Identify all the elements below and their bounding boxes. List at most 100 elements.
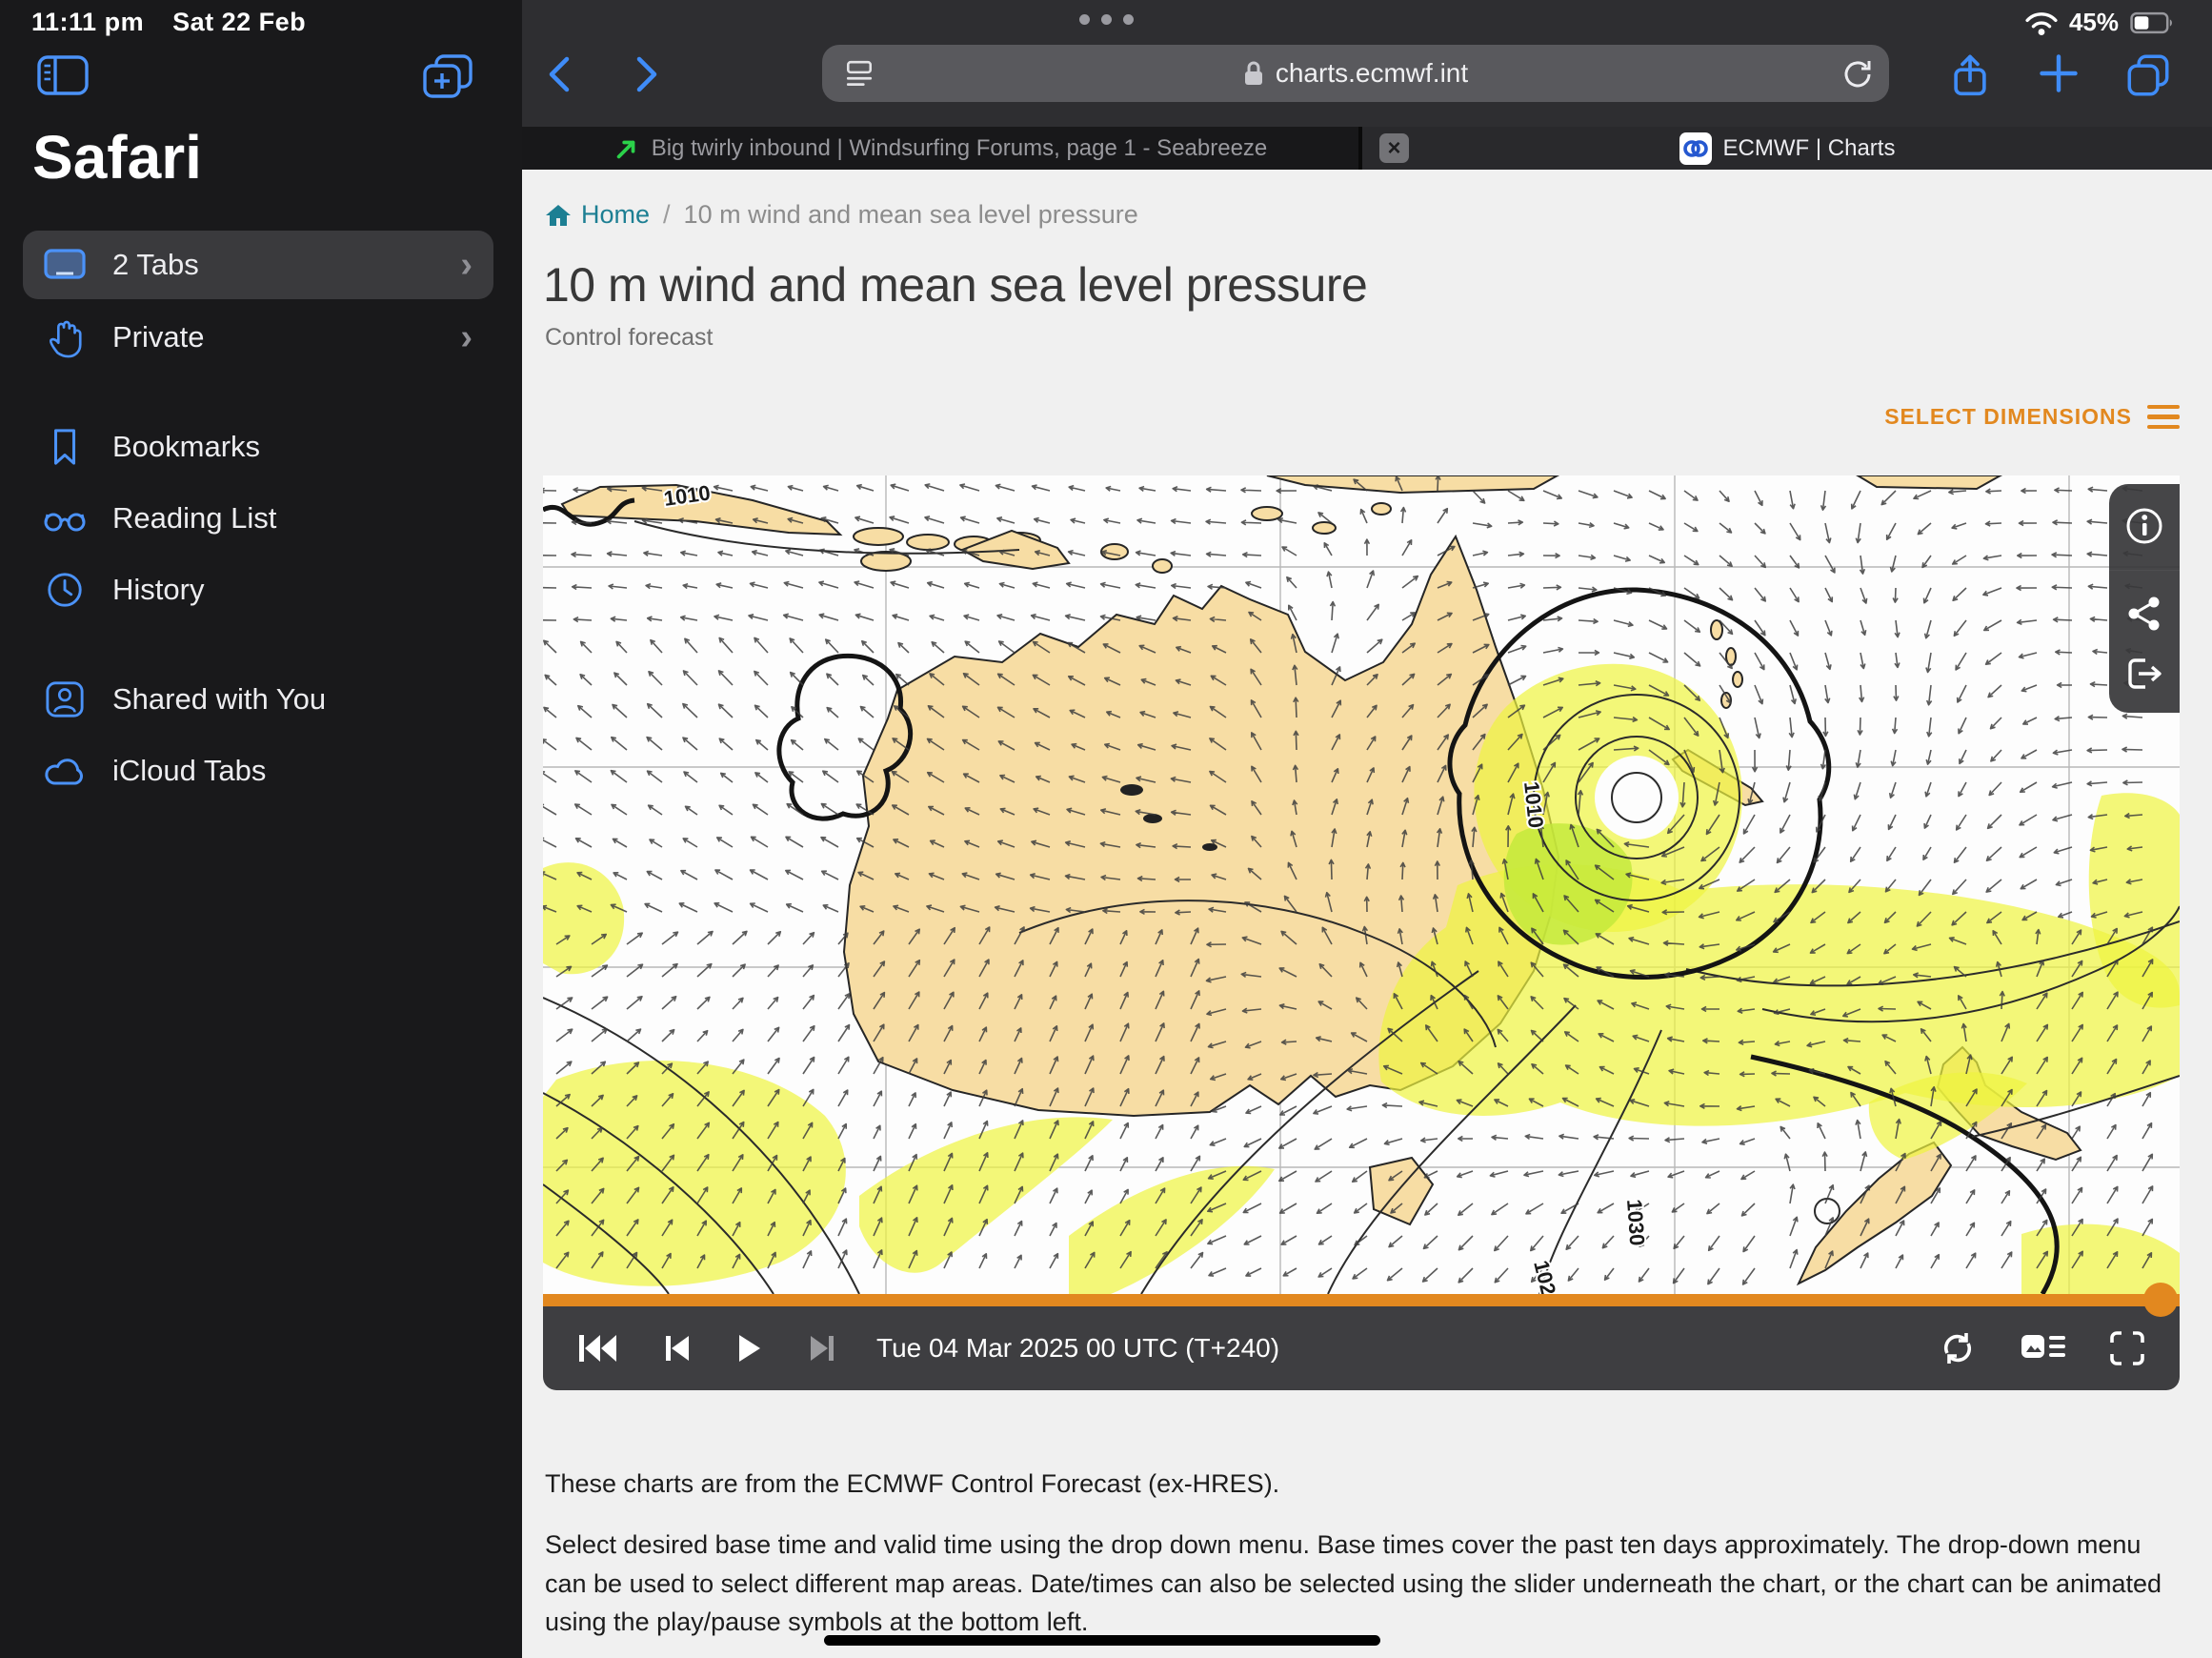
sidebar-item-label: Shared with You [112,682,493,717]
sidebar-item-tabs[interactable]: 2 Tabs › [23,231,493,299]
shared-person-icon [38,676,91,723]
valid-time-label: Tue 04 Mar 2025 00 UTC (T+240) [876,1333,1279,1364]
tabs-icon [38,241,91,289]
hamburger-icon [2147,405,2180,430]
loop-button[interactable] [1938,1328,1978,1368]
safari-sidebar: 11:11 pm Sat 22 Feb Safari [0,0,522,1658]
chevron-right-icon: › [460,247,473,283]
skip-to-start-button[interactable] [577,1334,617,1363]
svg-text:1030: 1030 [1622,1199,1649,1247]
map-export-button[interactable] [2124,656,2164,692]
play-icon [737,1334,762,1363]
new-tab-button[interactable] [2039,53,2081,95]
description-paragraph-1: These charts are from the ECMWF Control … [545,1465,2187,1504]
share-nodes-icon [2126,595,2162,633]
page-title: 10 m wind and mean sea level pressure [543,257,1367,313]
back-button[interactable] [540,53,582,95]
loop-icon [1938,1328,1978,1368]
bookmark-icon [38,423,91,471]
reload-icon [1841,58,1872,89]
home-icon [545,203,572,228]
sidebar-item-label: Private [112,320,460,354]
info-icon [2123,505,2165,547]
forward-button[interactable] [624,53,666,95]
breadcrumb-current: 10 m wind and mean sea level pressure [684,200,1138,230]
breadcrumb-separator: / [663,200,671,230]
sidebar-item-label: Reading List [112,501,493,536]
status-time: 11:11 pm [31,8,144,37]
breadcrumb-home-link[interactable]: Home [545,200,650,230]
sidebar-item-icloud-tabs[interactable]: iCloud Tabs [23,737,493,805]
url-text: charts.ecmwf.int [1276,58,1468,89]
browser-toolbar: charts.ecmwf.int [522,0,2212,127]
page-subtitle: Control forecast [545,324,713,352]
fullscreen-button[interactable] [2109,1330,2145,1366]
export-icon [2124,656,2164,692]
tab-overview-button[interactable] [2126,53,2168,95]
tab-title: ECMWF | Charts [1723,135,1896,162]
battery-icon [2130,11,2174,34]
select-dimensions-button[interactable]: SELECT DIMENSIONS [1884,404,2180,430]
hand-icon [38,313,91,361]
image-list-icon [2021,1333,2065,1364]
breadcrumb: Home / 10 m wind and mean sea level pres… [545,200,1138,230]
tab-bar: Big twirly inbound | Windsurfing Forums,… [522,127,2212,170]
new-tab-group-button[interactable] [421,53,474,101]
status-bar-left: 11:11 pm Sat 22 Feb [31,8,306,37]
tabs-overview-icon [2126,53,2170,97]
forward-icon [624,53,666,95]
weather-map[interactable]: 1010 1010 1020 1030 [543,475,2180,1294]
reader-icon[interactable] [845,59,874,90]
multitasking-dots[interactable] [1079,14,1134,25]
home-indicator[interactable] [824,1635,1380,1646]
cloud-icon [38,747,91,795]
skip-to-end-button[interactable] [808,1334,836,1363]
tab-seabreeze[interactable]: Big twirly inbound | Windsurfing Forums,… [522,127,1358,170]
share-button[interactable] [1951,53,1993,95]
map-share-button[interactable] [2126,595,2162,633]
new-tab-group-icon [421,53,474,101]
animation-player-bar: Tue 04 Mar 2025 00 UTC (T+240) [543,1306,2180,1390]
description-paragraph-2: Select desired base time and valid time … [545,1526,2187,1642]
glasses-icon [38,495,91,542]
share-icon [1951,53,1989,99]
chevron-right-icon: › [460,319,473,355]
sidebar-item-bookmarks[interactable]: Bookmarks [23,413,493,481]
map-info-button[interactable] [2123,505,2165,547]
seabreeze-favicon [613,135,640,162]
tab-ecmwf-charts[interactable]: × ECMWF | Charts [1362,127,2212,170]
step-back-button[interactable] [663,1334,692,1363]
ecmwf-favicon [1679,132,1712,165]
lock-icon [1243,60,1264,87]
sidebar-title: Safari [32,122,202,192]
sidebar-item-label: Bookmarks [112,430,493,464]
time-slider-handle[interactable] [2143,1283,2178,1317]
web-page: Home / 10 m wind and mean sea level pres… [522,170,2212,1658]
sidebar-item-history[interactable]: History [23,556,493,624]
sidebar-item-label: History [112,573,493,607]
reload-button[interactable] [1841,58,1872,89]
sidebar-toggle-button[interactable] [36,53,90,97]
plus-icon [2039,53,2079,93]
sidebar-item-private[interactable]: Private › [23,303,493,372]
svg-text:1010: 1010 [1519,780,1548,829]
image-list-button[interactable] [2021,1333,2065,1364]
clock-icon [38,566,91,614]
close-tab-button[interactable]: × [1379,133,1409,163]
step-back-icon [663,1334,692,1363]
wifi-icon [2025,10,2058,36]
sidebar-item-reading-list[interactable]: Reading List [23,484,493,553]
ipad-screen: 11:11 pm Sat 22 Feb Safari [0,0,2212,1658]
address-bar[interactable]: charts.ecmwf.int [822,45,1889,102]
chart-area: 1010 1010 1020 1030 [543,475,2180,1390]
time-slider[interactable] [543,1294,2180,1306]
battery-percent: 45% [2069,8,2119,37]
status-date: Sat 22 Feb [172,8,306,37]
sidebar-item-shared-with-you[interactable]: Shared with You [23,665,493,734]
sidebar-item-label: iCloud Tabs [112,754,493,788]
status-bar-right: 45% [2025,8,2174,37]
sidebar-item-label: 2 Tabs [112,248,460,282]
sidebar-toggle-icon [36,53,90,97]
play-button[interactable] [737,1334,762,1363]
skip-end-icon [808,1334,836,1363]
